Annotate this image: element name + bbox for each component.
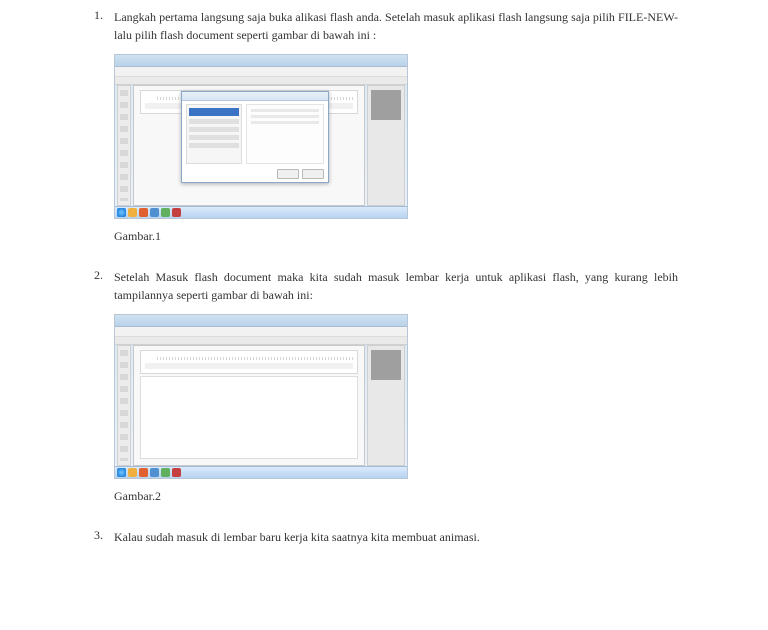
screenshot-gambar-1 <box>114 54 408 219</box>
task-icon <box>139 208 148 217</box>
taskbar-icons <box>117 468 181 477</box>
toolbar <box>115 337 407 345</box>
item-text: Setelah Masuk flash document maka kita s… <box>114 268 678 304</box>
cancel-button <box>302 169 324 179</box>
task-icon <box>172 208 181 217</box>
menubar <box>115 327 407 337</box>
item-body: Langkah pertama langsung saja buka alika… <box>114 8 678 262</box>
taskbar <box>115 206 407 218</box>
dialog-description <box>246 104 324 164</box>
figure-caption: Gambar.2 <box>114 489 678 504</box>
task-icon <box>128 468 137 477</box>
start-icon <box>117 468 126 477</box>
item-number: 1. <box>90 8 114 262</box>
start-icon <box>117 208 126 217</box>
item-body: Setelah Masuk flash document maka kita s… <box>114 268 678 522</box>
item-text: Langkah pertama langsung saja buka alika… <box>114 8 678 44</box>
task-icon <box>150 208 159 217</box>
task-icon <box>161 468 170 477</box>
ok-button <box>277 169 299 179</box>
list-item: 1. Langkah pertama langsung saja buka al… <box>90 8 678 262</box>
dialog-selected-item <box>189 108 239 116</box>
workspace <box>133 345 365 466</box>
list-item: 3. Kalau sudah masuk di lembar baru kerj… <box>90 528 678 556</box>
timeline-panel <box>140 350 358 374</box>
tools-palette <box>117 345 131 466</box>
item-body: Kalau sudah masuk di lembar baru kerja k… <box>114 528 678 556</box>
dialog-type-list <box>186 104 242 164</box>
menubar <box>115 67 407 77</box>
stage-canvas <box>140 376 358 459</box>
window-titlebar <box>115 315 407 327</box>
tools-palette <box>117 85 131 206</box>
dialog-buttons <box>277 169 324 179</box>
taskbar <box>115 466 407 478</box>
task-icon <box>161 208 170 217</box>
task-icon <box>128 208 137 217</box>
task-icon <box>150 468 159 477</box>
dialog-titlebar <box>182 92 328 101</box>
window-titlebar <box>115 55 407 67</box>
toolbar <box>115 77 407 85</box>
list-item: 2. Setelah Masuk flash document maka kit… <box>90 268 678 522</box>
item-text: Kalau sudah masuk di lembar baru kerja k… <box>114 528 678 546</box>
properties-panel <box>367 85 405 206</box>
task-icon <box>172 468 181 477</box>
new-document-dialog <box>181 91 329 183</box>
item-number: 2. <box>90 268 114 522</box>
item-number: 3. <box>90 528 114 556</box>
properties-panel <box>367 345 405 466</box>
taskbar-icons <box>117 208 181 217</box>
task-icon <box>139 468 148 477</box>
screenshot-gambar-2 <box>114 314 408 479</box>
figure-caption: Gambar.1 <box>114 229 678 244</box>
